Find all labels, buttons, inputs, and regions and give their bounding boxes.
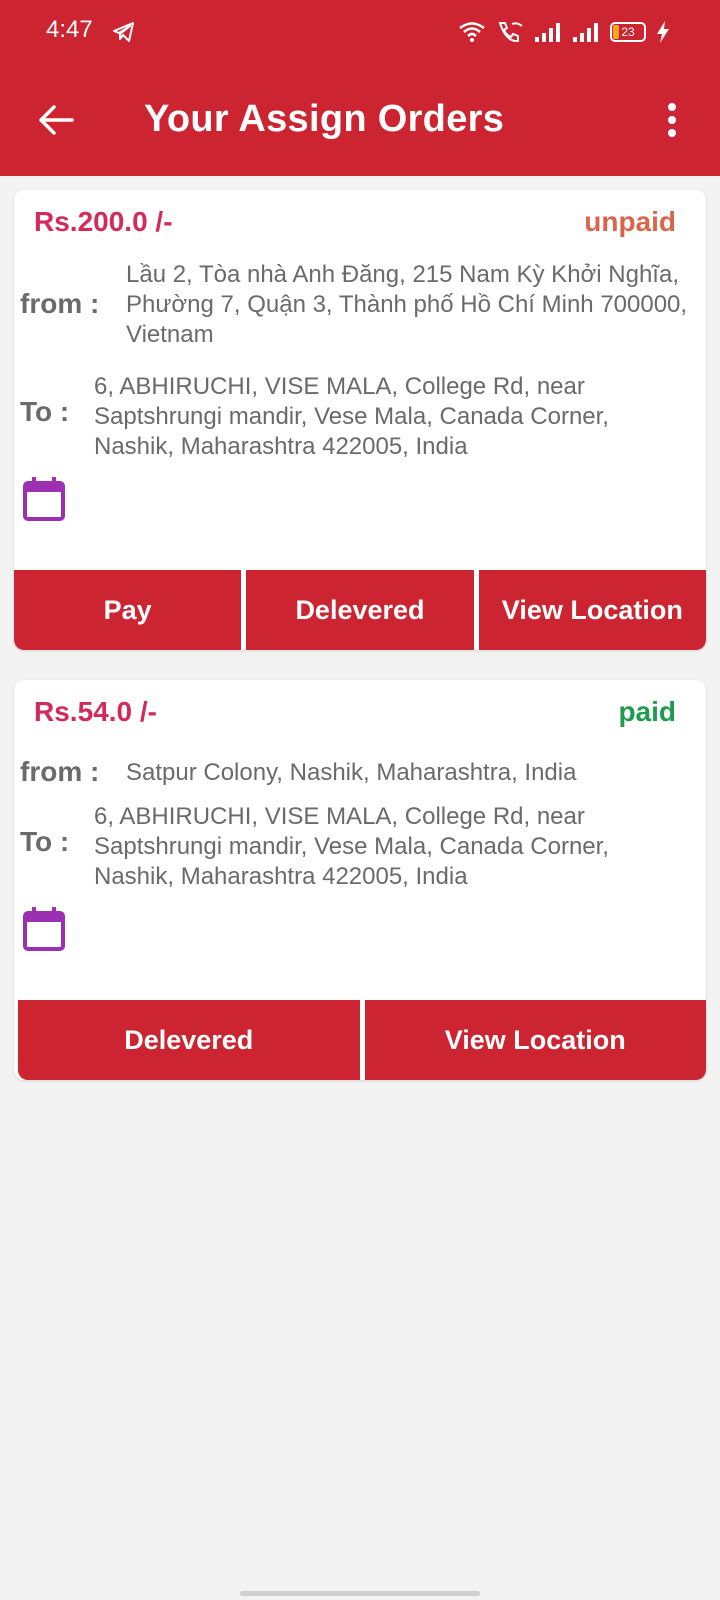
to-label: To : xyxy=(20,396,70,427)
from-label: from : xyxy=(20,756,100,787)
arrow-left-icon xyxy=(39,105,74,135)
battery-icon: 23 xyxy=(610,22,646,42)
pay-button[interactable]: Pay xyxy=(14,570,242,650)
payment-status: unpaid xyxy=(584,206,676,237)
status-icons: 23 xyxy=(458,18,670,46)
order-price: Rs.54.0 /- xyxy=(34,696,157,727)
view-location-button[interactable]: View Location xyxy=(478,570,706,650)
to-address: 6, ABHIRUCHI, VISE MALA, College Rd, nea… xyxy=(94,373,609,460)
order-actions: Pay Delevered View Location xyxy=(14,570,706,650)
order-actions: Delevered View Location xyxy=(18,1000,706,1080)
payment-status: paid xyxy=(618,696,676,727)
page-title: Your Assign Orders xyxy=(144,98,505,140)
wifi-icon xyxy=(459,22,485,42)
calendar-icon[interactable] xyxy=(22,476,66,522)
to-label: To : xyxy=(20,826,70,857)
more-options-button[interactable] xyxy=(652,88,692,152)
app-bar: Your Assign Orders xyxy=(0,64,720,176)
order-card: Rs.200.0 /- unpaid from : Lầu 2, Tòa nhà… xyxy=(14,190,706,650)
from-label: from : xyxy=(20,288,100,319)
more-vert-icon xyxy=(668,103,676,137)
home-indicator[interactable] xyxy=(240,1591,480,1596)
signal-icon xyxy=(535,23,560,42)
top-bar: 4:47 23 Your Assign Orders xyxy=(0,0,720,176)
delivered-button[interactable]: Delevered xyxy=(18,1000,360,1080)
status-bar: 4:47 23 xyxy=(0,0,720,64)
telegram-icon xyxy=(113,22,134,42)
order-price: Rs.200.0 /- xyxy=(34,206,173,237)
from-address: Lầu 2, Tòa nhà Anh Đăng, 215 Nam Kỳ Khởi… xyxy=(126,261,688,348)
view-location-button[interactable]: View Location xyxy=(364,1000,706,1080)
order-card: Rs.54.0 /- paid from : Satpur Colony, Na… xyxy=(14,680,706,1080)
delivered-button[interactable]: Delevered xyxy=(246,570,474,650)
from-address: Satpur Colony, Nashik, Maharashtra, Indi… xyxy=(126,759,577,786)
battery-level: 23 xyxy=(621,25,635,39)
back-button[interactable] xyxy=(24,88,88,152)
status-time: 4:47 xyxy=(46,16,93,43)
wifi-calling-icon xyxy=(498,22,523,43)
charging-icon xyxy=(657,21,669,43)
to-address: 6, ABHIRUCHI, VISE MALA, College Rd, nea… xyxy=(94,803,609,890)
calendar-icon[interactable] xyxy=(22,906,66,952)
signal-icon xyxy=(573,23,598,42)
